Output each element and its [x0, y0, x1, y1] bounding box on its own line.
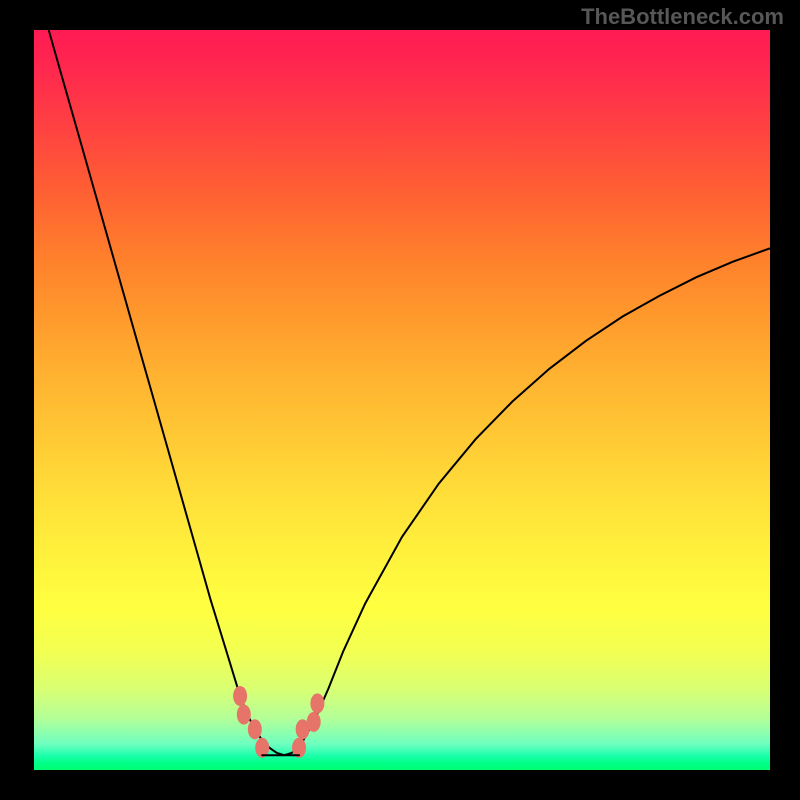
plot-area	[34, 30, 770, 770]
curve-svg	[34, 30, 770, 770]
watermark-text: TheBottleneck.com	[581, 4, 784, 30]
curve-marker	[237, 705, 251, 725]
curve-marker	[310, 693, 324, 713]
curve-marker	[307, 712, 321, 732]
curve-markers	[233, 686, 324, 758]
bottleneck-curve	[49, 30, 770, 755]
curve-marker	[248, 719, 262, 739]
chart-frame: TheBottleneck.com	[0, 0, 800, 800]
curve-marker	[233, 686, 247, 706]
